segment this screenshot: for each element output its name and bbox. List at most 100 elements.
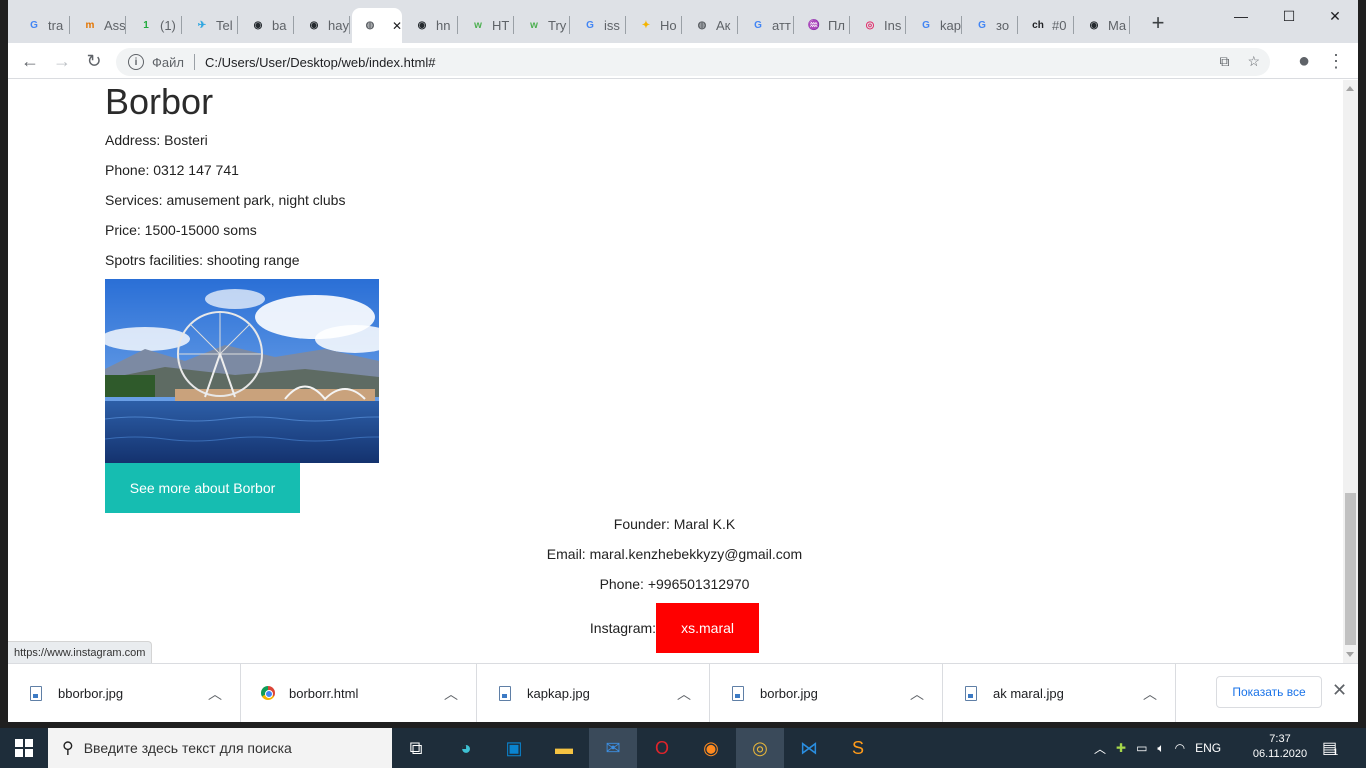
tab-favicon-icon: G [754,19,762,31]
scroll-thumb[interactable] [1345,493,1356,645]
instagram-link-button[interactable]: xs.maral [656,603,760,653]
edge-icon[interactable]: ◕ [442,728,490,768]
download-filename: kapkap.jpg [527,685,590,701]
tab-1[interactable]: m Ass [72,10,126,40]
store-icon[interactable]: ▣ [490,728,538,768]
file-explorer-icon[interactable]: ▬ [540,728,588,768]
tab-16[interactable]: Gkap [908,10,962,40]
tab-19[interactable]: ◉ Ma [1076,10,1130,40]
vscode-icon[interactable]: ⋈ [785,728,833,768]
chrome-icon[interactable]: ◎ [736,728,784,768]
start-button[interactable] [0,728,48,768]
tab-favicon-icon: w [474,19,482,31]
opera-icon[interactable]: O [638,728,686,768]
tab-12[interactable]: ◍ Ак [684,10,738,40]
chevron-up-icon[interactable]: ︿ [677,684,691,704]
chevron-up-icon[interactable]: ︿ [1143,684,1157,704]
address-actions: ⧉ ☆ [1219,53,1260,70]
address-url[interactable]: C:/Users/User/Desktop/web/index.html# [205,55,435,70]
chevron-up-icon[interactable]: ︿ [208,684,222,704]
translate-icon[interactable]: ⧉ [1219,53,1229,70]
sports-facilities-line: Spotrs facilities: shooting range [105,252,300,268]
tab-title: Tel [216,17,233,33]
new-tab-button[interactable]: + [1148,12,1168,36]
maximize-button[interactable]: ☐ [1278,6,1300,26]
download-item[interactable]: ak maral.jpg ︿ [943,664,1176,722]
tab-close-icon[interactable]: ✕ [392,19,402,33]
tab-15[interactable]: ◎ Ins [852,10,906,40]
chevron-up-icon[interactable]: ︿ [444,684,458,704]
tab-title: iss [604,17,620,33]
notification-center-icon[interactable]: ▤ 1 [1322,728,1338,768]
menu-icon[interactable]: ⋮ [1324,49,1348,73]
chevron-up-icon[interactable]: ︿ [1094,740,1106,757]
tab-10[interactable]: Giss [572,10,626,40]
app-tray-icon[interactable]: ✚ [1116,741,1126,755]
tab-3[interactable]: ✈ Tel [184,10,238,40]
language-indicator[interactable]: ENG [1195,741,1221,755]
tab-0[interactable]: Gtra [16,10,70,40]
bookmark-star-icon[interactable]: ☆ [1247,53,1260,70]
chevron-up-icon[interactable]: ︿ [910,684,924,704]
tab-5[interactable]: ◉ hay [296,10,350,40]
tab-favicon-icon: m [85,19,95,31]
download-item[interactable]: borbor.jpg ︿ [710,664,943,722]
show-all-downloads-button[interactable]: Показать все [1216,676,1322,708]
price-line: Price: 1500-15000 soms [105,222,257,238]
tab-title: Ma [1108,17,1127,33]
taskbar-search-box[interactable]: ⚲ Введите здесь текст для поиска [48,728,392,768]
system-clock[interactable]: 7:37 06.11.2020 [1250,732,1310,762]
page-scrollbar[interactable] [1343,80,1358,663]
sublime-icon[interactable]: S [834,728,882,768]
tab-favicon-icon: ◉ [309,19,319,31]
address-scheme-label: Файл [152,54,184,70]
tab-title: hn [436,17,451,33]
mail-icon[interactable]: ✉ [589,728,637,768]
download-item[interactable]: kapkap.jpg ︿ [477,664,710,722]
tab-title: Ins [884,17,902,33]
scroll-up-icon[interactable] [1346,86,1354,91]
scroll-down-icon[interactable] [1346,652,1354,657]
tab-separator [625,16,626,34]
tab-13[interactable]: Gатт [740,10,794,40]
address-bar[interactable]: i Файл C:/Users/User/Desktop/web/index.h… [116,48,1270,76]
forward-arrow-icon[interactable]: → [50,49,74,73]
email-text: Email: maral.kenzhebekkyzy@gmail.com [546,546,803,562]
tab-separator [569,16,570,34]
battery-icon[interactable]: ▭ [1136,741,1147,755]
minimize-button[interactable]: — [1230,6,1252,26]
firefox-icon[interactable]: ◉ [687,728,735,768]
task-view-icon[interactable]: ⧉ [392,728,440,768]
volume-icon[interactable]: 🔈︎ [1157,741,1164,756]
download-filename: ak maral.jpg [993,685,1064,701]
tab-14[interactable]: ♒ Пл [796,10,850,40]
download-item[interactable]: borborr.html ︿ [244,664,477,722]
see-more-button[interactable]: See more about Borbor [105,463,300,513]
tab-7[interactable]: ◉ hn [404,10,458,40]
tab-title: hay [328,17,349,33]
browser-window: + — ☐ ✕ Gtra m Ass 1 (1) ✈ Tel ◉ ba ◉ hay ◍ ✕ ◉ hn w HT w… [8,0,1358,722]
reload-icon[interactable]: ↻ [82,49,106,73]
tab-separator [457,16,458,34]
windows-logo-icon [15,739,33,757]
tab-favicon-icon: ♒ [807,19,821,31]
close-downloads-icon[interactable]: ✕ [1332,680,1347,701]
tab-18[interactable]: ch #0 [1020,10,1074,40]
tab-title: атт [772,17,791,33]
tab-8[interactable]: w HT [460,10,514,40]
tab-separator [237,16,238,34]
close-window-button[interactable]: ✕ [1324,6,1346,26]
download-item[interactable]: bborbor.jpg ︿ [8,664,241,722]
tab-9[interactable]: w Try [516,10,570,40]
info-icon[interactable]: i [128,54,144,70]
tab-2[interactable]: 1 (1) [128,10,182,40]
tab-4[interactable]: ◉ ba [240,10,294,40]
profile-icon[interactable]: ● [1292,49,1316,73]
wifi-icon[interactable]: ◠ [1175,741,1185,755]
tab-17[interactable]: Gзо [964,10,1018,40]
back-arrow-icon[interactable]: ← [18,49,42,73]
download-filename: bborbor.jpg [58,685,124,701]
tab-separator [513,16,514,34]
tab-6[interactable]: ◍ ✕ [352,8,402,43]
tab-11[interactable]: ✦ Ho [628,10,682,40]
